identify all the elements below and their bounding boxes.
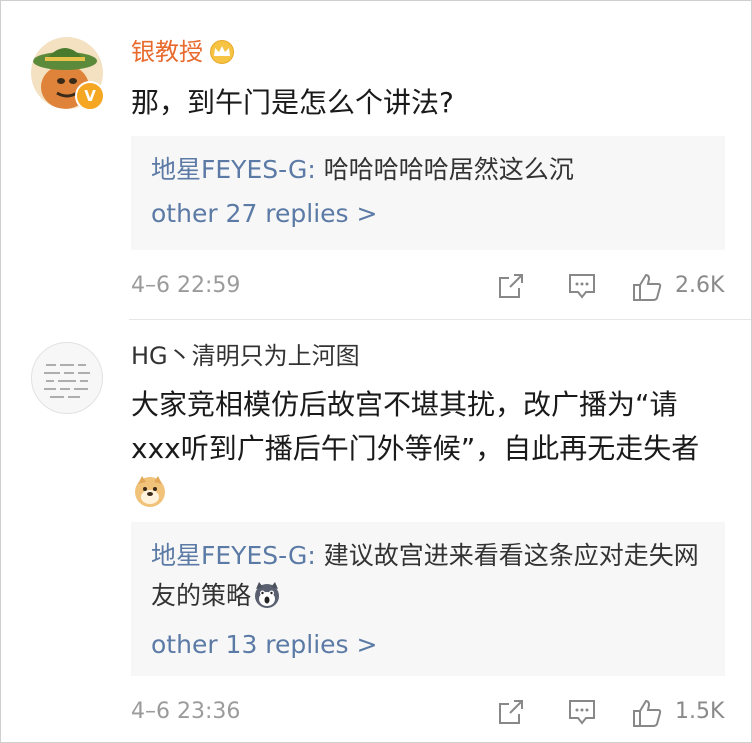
comment-text: 那，到午门是怎么个讲法? — [131, 86, 454, 119]
share-icon[interactable] — [497, 272, 525, 304]
reply-text: 哈哈哈哈哈居然这么沉 — [315, 155, 574, 184]
comment-thread: V 银教授 那，到午门是怎么个讲法? 地星FEYES-G: 哈哈哈哈哈居然这么沉… — [0, 0, 752, 743]
timestamp: 4–6 23:36 — [131, 699, 241, 724]
verified-badge: V — [75, 81, 105, 111]
comment-item: HG丶清明只为上河图 大家竞相模仿后故宫不堪其扰，改广播为“请xxx听到广播后午… — [1, 319, 751, 742]
comment-icon[interactable] — [567, 272, 597, 304]
thumbs-up-icon[interactable] — [631, 272, 663, 306]
reply-author[interactable]: 地星FEYES-G: — [151, 541, 316, 570]
more-replies-link[interactable]: other 27 replies > — [151, 194, 377, 234]
thumbs-up-icon[interactable] — [631, 698, 663, 732]
share-icon[interactable] — [497, 698, 525, 730]
reply-line: 地星FEYES-G: 建议故宫进来看看这条应对走失网友的策略 — [151, 536, 705, 621]
doge-emoji-icon — [133, 474, 167, 521]
like-count: 2.6K — [675, 273, 725, 298]
avatar[interactable]: V — [31, 37, 105, 111]
comment-meta: 4–6 22:59 2.6K — [131, 269, 727, 303]
reply-preview[interactable]: 地星FEYES-G: 哈哈哈哈哈居然这么沉 other 27 replies > — [131, 136, 725, 250]
comment-text-body: 大家竞相模仿后故宫不堪其扰，改广播为“请xxx听到广播后午门外等候”，自此再无走… — [131, 388, 700, 465]
reply-preview[interactable]: 地星FEYES-G: 建议故宫进来看看这条应对走失网友的策略 other 13 … — [131, 522, 725, 676]
like-count: 1.5K — [675, 699, 725, 724]
username[interactable]: HG丶清明只为上河图 — [131, 341, 360, 371]
crown-icon — [209, 40, 235, 71]
reply-author[interactable]: 地星FEYES-G: — [151, 155, 316, 184]
timestamp: 4–6 22:59 — [131, 273, 241, 298]
more-replies-link[interactable]: other 13 replies > — [151, 625, 377, 665]
reply-line: 地星FEYES-G: 哈哈哈哈哈居然这么沉 — [151, 150, 705, 190]
comment-item: V 银教授 那，到午门是怎么个讲法? 地星FEYES-G: 哈哈哈哈哈居然这么沉… — [1, 1, 751, 319]
avatar[interactable] — [31, 342, 103, 414]
calligraphy-avatar-icon — [44, 364, 90, 398]
comment-text: 大家竞相模仿后故宫不堪其扰，改广播为“请xxx听到广播后午门外等候”，自此再无走… — [131, 383, 727, 521]
username[interactable]: 银教授 — [131, 37, 235, 71]
comment-meta: 4–6 23:36 1.5K — [131, 695, 727, 729]
username-label: 银教授 — [131, 38, 203, 66]
username-label: HG丶清明只为上河图 — [131, 342, 360, 370]
comment-icon[interactable] — [567, 698, 597, 730]
husky-emoji-icon — [253, 581, 281, 621]
